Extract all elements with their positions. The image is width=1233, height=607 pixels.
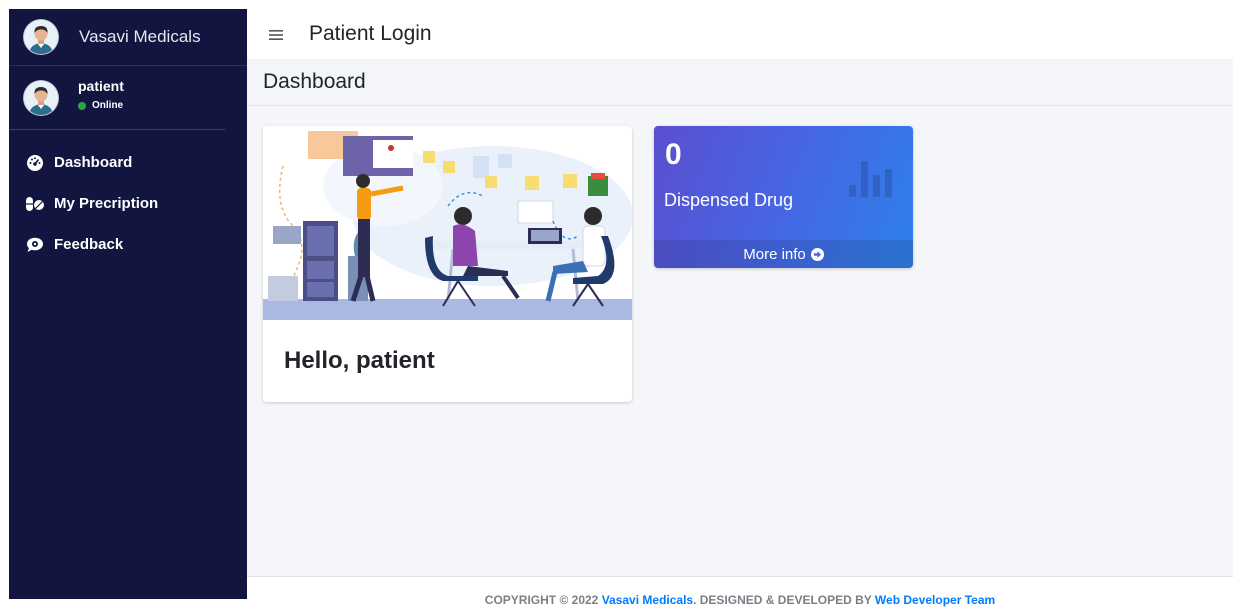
comment-icon [25,235,45,255]
user-status: Online [78,100,124,111]
tachometer-icon [25,153,45,173]
footer-middle-text: . DESIGNED & DEVELOPED BY [693,593,875,607]
page-title: Patient Login [309,22,432,45]
sidebar-nav: Dashboard My Precription Feedback [9,142,247,265]
footer-team-link[interactable]: Web Developer Team [875,593,995,607]
online-dot-icon [78,101,86,110]
user-panel: patient Online [9,66,225,130]
content-title: Dashboard [263,70,366,93]
sidebar: Vasavi Medicals patient Online Dashboard… [9,9,247,599]
user-name[interactable]: patient [78,78,124,94]
sidebar-item-label: Dashboard [54,154,133,171]
brand-logo [24,20,58,54]
brand-name: Vasavi Medicals [79,27,201,46]
sidebar-item-dashboard[interactable]: Dashboard [9,142,247,183]
welcome-text: Hello, patient [284,347,435,374]
arrow-circle-right-icon [810,247,824,261]
content-header: Dashboard [247,59,1233,106]
sidebar-item-label: Feedback [54,236,124,253]
user-info: patient Online [78,78,124,111]
bar-chart-icon [849,157,897,204]
page-footer: COPYRIGHT © 2022 Vasavi Medicals. DESIGN… [247,576,1233,607]
footer-brand-link[interactable]: Vasavi Medicals [602,593,693,607]
welcome-card: Hello, patient [263,126,632,402]
sidebar-item-my-precription[interactable]: My Precription [9,183,247,224]
avatar[interactable] [24,80,58,115]
dispensed-drug-count: 0 [665,138,682,171]
more-info-link[interactable]: More info [654,240,913,268]
pills-icon [25,194,45,214]
sidebar-item-feedback[interactable]: Feedback [9,224,247,265]
main-content: Dashboard Hello, patient 0 Dispensed Dru… [247,59,1233,576]
brand-link[interactable]: Vasavi Medicals [9,9,247,66]
sidebar-item-label: My Precription [54,195,159,212]
copyright-text: COPYRIGHT © 2022 [484,593,602,607]
topbar: Patient Login [247,9,1233,59]
hamburger-menu-icon[interactable] [269,21,287,47]
more-info-label: More info [743,245,806,263]
user-status-text: Online [92,100,124,111]
office-illustration [263,126,632,320]
dispensed-drug-label: Dispensed Drug [664,190,794,210]
dispensed-drug-box: 0 Dispensed Drug More info [654,126,913,268]
